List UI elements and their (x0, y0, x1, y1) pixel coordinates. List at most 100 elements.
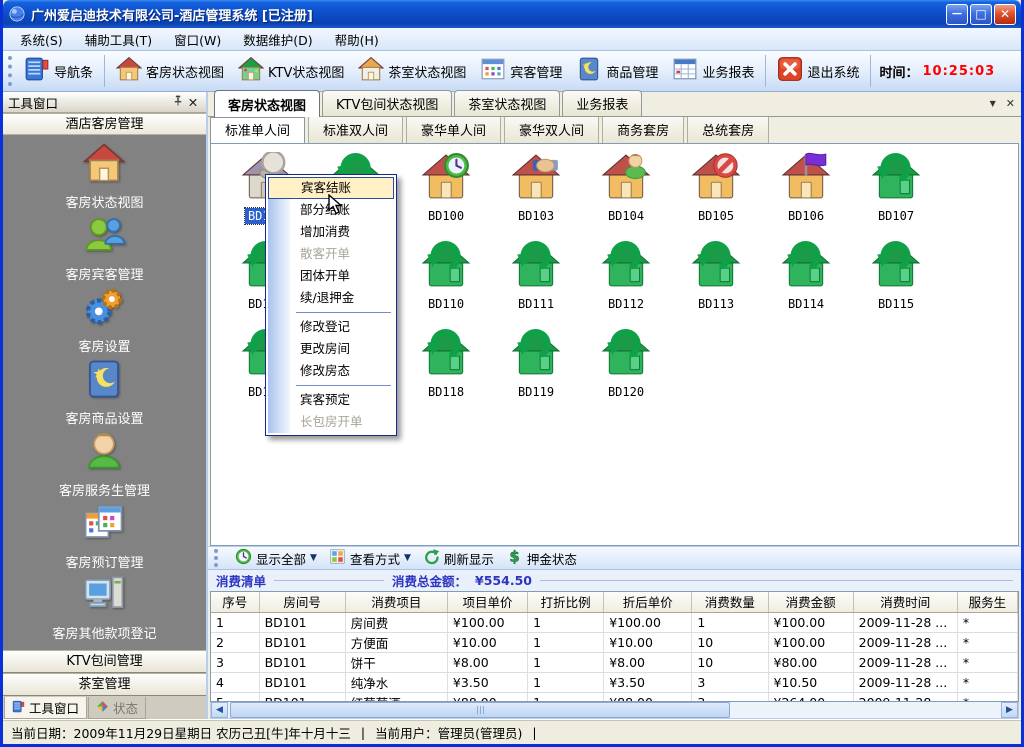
table-row[interactable]: 2BD101方便面¥10.001¥10.0010¥100.002009-11-2… (211, 632, 1018, 652)
view-tab-3[interactable]: 业务报表 (562, 90, 642, 116)
context-menu-item-8[interactable]: 更改房间 (268, 338, 394, 360)
room-BD111[interactable]: BD111 (491, 240, 581, 312)
sidebar-section-0[interactable]: KTV包间管理 (3, 650, 206, 673)
column-header-5[interactable]: 折后单价 (604, 592, 692, 612)
table-row[interactable]: 3BD101饼干¥8.001¥8.0010¥80.002009-11-28 ..… (211, 652, 1018, 672)
room-BD115[interactable]: BD115 (851, 240, 941, 312)
room-BD107[interactable]: BD107 (851, 152, 941, 224)
room-BD114[interactable]: BD114 (761, 240, 851, 312)
pin-icon[interactable] (169, 94, 185, 110)
room-type-tab-2[interactable]: 豪华单人间 (406, 115, 501, 143)
toolbar-button-3[interactable]: 茶室状态视图 (351, 53, 473, 89)
column-header-1[interactable]: 房间号 (259, 592, 345, 612)
column-header-4[interactable]: 打折比例 (528, 592, 604, 612)
divider (540, 580, 1013, 581)
room-BD112[interactable]: BD112 (581, 240, 671, 312)
room-BD105[interactable]: BD105 (671, 152, 761, 224)
menu-item-0[interactable]: 系统(S) (9, 27, 74, 52)
room-type-tab-0[interactable]: 标准单人间 (210, 115, 305, 143)
column-header-0[interactable]: 序号 (211, 592, 259, 612)
horizontal-scrollbar[interactable]: ◀ ▶ (210, 702, 1019, 719)
room-BD119[interactable]: BD119 (491, 328, 581, 400)
context-menu-item-2[interactable]: 增加消费 (268, 221, 394, 243)
toolbar-button-0[interactable]: 导航条 (17, 53, 100, 89)
sidebar-item-2[interactable]: 客房设置 (78, 286, 130, 355)
toolbar-grip[interactable] (8, 56, 13, 86)
sidebar-item-6[interactable]: 客房其他款项登记 (52, 573, 156, 642)
sidebar-section-1[interactable]: 茶室管理 (3, 673, 206, 696)
navigator-icon (24, 56, 50, 86)
column-header-7[interactable]: 消费金额 (768, 592, 853, 612)
view-tab-0[interactable]: 客房状态视图 (214, 90, 320, 117)
room-type-tab-1[interactable]: 标准双人间 (308, 115, 403, 143)
context-menu-item-5[interactable]: 续/退押金 (268, 287, 394, 309)
tab-close-icon[interactable]: ✕ (1006, 97, 1015, 110)
sidebar-item-4[interactable]: 客房服务生管理 (59, 430, 150, 499)
close-button[interactable]: ✕ (994, 4, 1016, 25)
context-menu-item-7[interactable]: 修改登记 (268, 316, 394, 338)
action-button-1[interactable]: 查看方式▼ (329, 548, 411, 568)
room-BD106[interactable]: BD106 (761, 152, 851, 224)
scrollbar-track[interactable] (730, 702, 1001, 718)
toolbar-button-5[interactable]: 商品管理 (569, 53, 665, 89)
table-row[interactable]: 5BD101红葡萄酒¥88.001¥88.003¥264.002009-11-2… (211, 692, 1018, 702)
context-menu-item-4[interactable]: 团体开单 (268, 265, 394, 287)
sidebar-bottom-tab-0[interactable]: 工具窗口 (4, 697, 87, 719)
view-tab-1[interactable]: KTV包间状态视图 (322, 90, 452, 116)
menu-item-4[interactable]: 帮助(H) (324, 27, 390, 52)
scroll-right-icon[interactable]: ▶ (1001, 702, 1018, 718)
toolbar-button-4[interactable]: 宾客管理 (473, 53, 569, 89)
sidebar-item-3[interactable]: 客房商品设置 (65, 358, 143, 427)
consumption-table: 序号房间号消费项目项目单价打折比例折后单价消费数量消费金额消费时间服务生1BD1… (211, 592, 1018, 702)
toolbar-button-6[interactable]: 业务报表 (665, 53, 761, 89)
column-header-6[interactable]: 消费数量 (692, 592, 768, 612)
maximize-button[interactable]: □ (970, 4, 992, 25)
room-type-tab-3[interactable]: 豪华双人间 (504, 115, 599, 143)
actionbar-grip[interactable] (214, 549, 219, 567)
action-button-3[interactable]: $押金状态 (506, 548, 577, 568)
minimize-button[interactable]: － (946, 4, 968, 25)
status-segment-1: | (361, 725, 365, 740)
menu-item-3[interactable]: 数据维护(D) (232, 27, 323, 52)
toolbar-button-7[interactable]: 退出系统 (770, 53, 866, 89)
sidebar-item-0[interactable]: 客房状态视图 (65, 142, 143, 211)
action-button-label: 刷新显示 (444, 549, 494, 568)
context-menu-item-9[interactable]: 修改房态 (268, 360, 394, 382)
room-BD104[interactable]: BD104 (581, 152, 671, 224)
scrollbar-thumb[interactable] (230, 702, 730, 718)
column-header-2[interactable]: 消费项目 (345, 592, 447, 612)
clock-icon (235, 548, 252, 568)
room-BD110[interactable]: BD110 (401, 240, 491, 312)
column-header-8[interactable]: 消费时间 (853, 592, 957, 612)
sidebar-item-1[interactable]: 客房宾客管理 (65, 214, 143, 283)
room-label: BD119 (515, 384, 557, 400)
column-header-9[interactable]: 服务生 (957, 592, 1017, 612)
toolbar-button-2[interactable]: KTV状态视图 (231, 53, 351, 89)
action-button-0[interactable]: 显示全部▼ (235, 548, 317, 568)
room-type-tab-4[interactable]: 商务套房 (602, 115, 684, 143)
view-tab-2[interactable]: 茶室状态视图 (454, 90, 560, 116)
sidebar-item-5[interactable]: 客房预订管理 (65, 502, 143, 571)
cell: ¥100.00 (604, 612, 692, 632)
room-BD120[interactable]: BD120 (581, 328, 671, 400)
sidebar-section-hotel-rooms[interactable]: 酒店客房管理 (3, 113, 206, 135)
context-menu-item-11[interactable]: 宾客预定 (268, 389, 394, 411)
room-type-tab-5[interactable]: 总统套房 (687, 115, 769, 143)
room-BD100[interactable]: BD100 (401, 152, 491, 224)
action-button-2[interactable]: 刷新显示 (423, 548, 494, 568)
toolbar-button-1[interactable]: 客房状态视图 (109, 53, 231, 89)
tab-dropdown-icon[interactable]: ▼ (990, 99, 996, 108)
sidebar-close-icon[interactable]: ✕ (185, 95, 201, 110)
table-row[interactable]: 4BD101纯净水¥3.501¥3.503¥10.502009-11-28 ..… (211, 672, 1018, 692)
column-header-3[interactable]: 项目单价 (447, 592, 527, 612)
menu-item-1[interactable]: 辅助工具(T) (74, 27, 163, 52)
content-area: 客房状态视图KTV包间状态视图茶室状态视图业务报表 ▼ ✕ 标准单人间标准双人间… (208, 92, 1021, 719)
scroll-left-icon[interactable]: ◀ (211, 702, 228, 718)
table-row[interactable]: 1BD101房间费¥100.001¥100.001¥100.002009-11-… (211, 612, 1018, 632)
room-BD103[interactable]: BD103 (491, 152, 581, 224)
room-BD113[interactable]: BD113 (671, 240, 761, 312)
menu-item-2[interactable]: 窗口(W) (163, 27, 232, 52)
room-BD118[interactable]: BD118 (401, 328, 491, 400)
context-menu-separator (296, 312, 391, 313)
sidebar-bottom-tab-1[interactable]: 状态 (88, 697, 146, 719)
